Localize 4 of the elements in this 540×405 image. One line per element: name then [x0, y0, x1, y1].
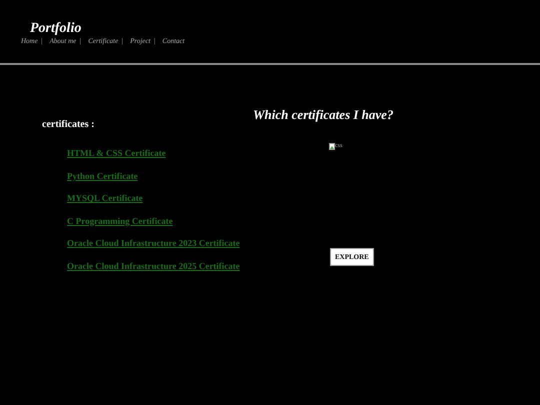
broken-image-icon [329, 143, 335, 150]
site-title: Portfolio [30, 20, 82, 38]
section-label: certificates : [42, 119, 96, 131]
page-heading: Which certificates I have? [253, 107, 394, 123]
